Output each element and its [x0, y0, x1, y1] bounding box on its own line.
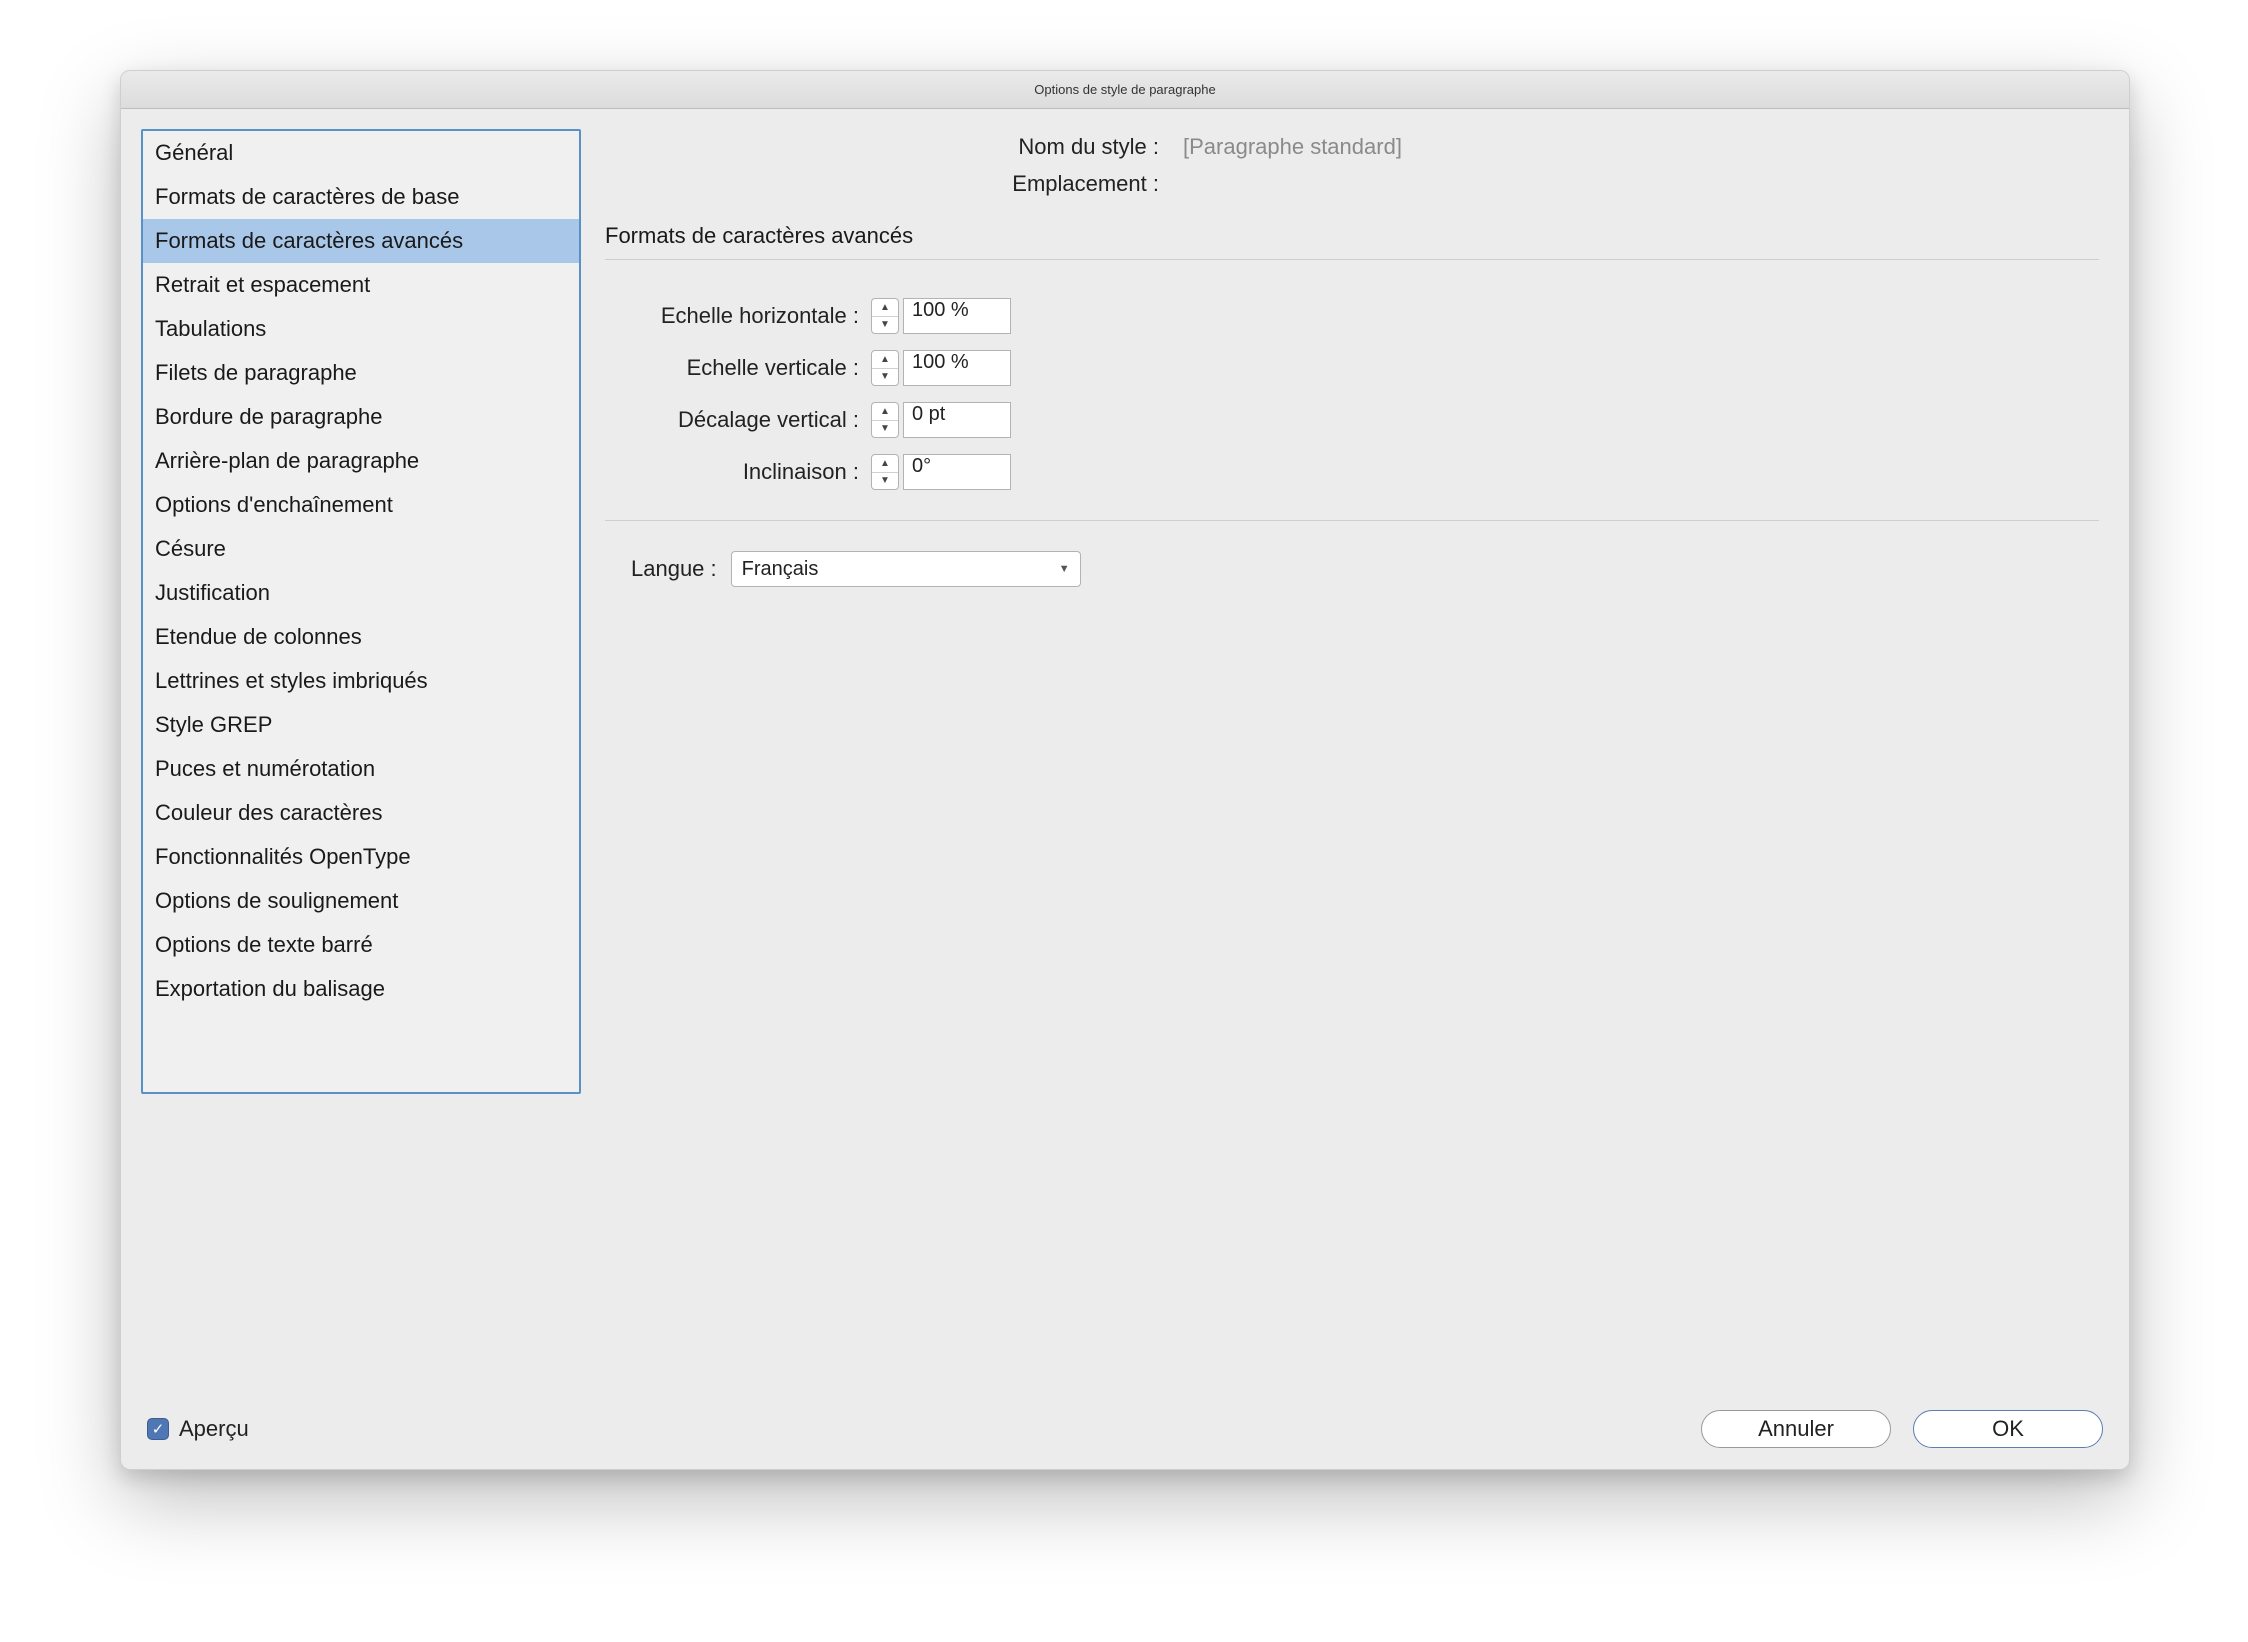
sidebar-item-label: Couleur des caractères	[155, 800, 382, 825]
main-panel: Nom du style : [Paragraphe standard] Emp…	[611, 129, 2099, 587]
sidebar-item-label: Exportation du balisage	[155, 976, 385, 1001]
sidebar-item-label: Fonctionnalités OpenType	[155, 844, 411, 869]
sidebar-item-char-color[interactable]: Couleur des caractères	[143, 791, 579, 835]
baseline-value: 0 pt	[912, 403, 945, 425]
check-icon: ✓	[152, 1420, 165, 1438]
skew-value: 0°	[912, 455, 931, 477]
style-name-value: [Paragraphe standard]	[1183, 134, 1402, 159]
chevron-down-icon[interactable]: ▼	[872, 421, 898, 438]
skew-stepper[interactable]: ▲ ▼	[871, 454, 899, 490]
sidebar-item-bullets-numbering[interactable]: Puces et numérotation	[143, 747, 579, 791]
h-scale-input[interactable]: 100 %	[903, 298, 1011, 334]
language-divider	[605, 520, 2099, 521]
sidebar-item-label: Options de texte barré	[155, 932, 373, 957]
preview-checkbox[interactable]: ✓	[147, 1418, 169, 1440]
sidebar-item-label: Style GREP	[155, 712, 272, 737]
sidebar-item-paragraph-border[interactable]: Bordure de paragraphe	[143, 395, 579, 439]
sidebar-item-label: Lettrines et styles imbriqués	[155, 668, 428, 693]
baseline-label: Décalage vertical :	[611, 407, 871, 433]
dialog-title: Options de style de paragraphe	[121, 71, 2129, 109]
sidebar-item-hyphenation[interactable]: Césure	[143, 527, 579, 571]
h-scale-stepper[interactable]: ▲ ▼	[871, 298, 899, 334]
chevron-up-icon[interactable]: ▲	[872, 299, 898, 317]
sidebar-item-label: Général	[155, 140, 233, 165]
sidebar-item-strikethrough[interactable]: Options de texte barré	[143, 923, 579, 967]
sidebar-item-label: Tabulations	[155, 316, 266, 341]
sidebar-item-grep-style[interactable]: Style GREP	[143, 703, 579, 747]
sidebar-item-justification[interactable]: Justification	[143, 571, 579, 615]
skew-label: Inclinaison :	[611, 459, 871, 485]
language-label: Langue :	[631, 556, 717, 582]
v-scale-label: Echelle verticale :	[611, 355, 871, 381]
h-scale-value: 100 %	[912, 299, 969, 321]
sidebar-item-label: Formats de caractères de base	[155, 184, 459, 209]
language-select[interactable]: Français ▼	[731, 551, 1081, 587]
sidebar-item-keep-options[interactable]: Options d'enchaînement	[143, 483, 579, 527]
language-value: Français	[742, 558, 819, 581]
h-scale-label: Echelle horizontale :	[611, 303, 871, 329]
sidebar-item-basic-char-formats[interactable]: Formats de caractères de base	[143, 175, 579, 219]
sidebar-item-opentype[interactable]: Fonctionnalités OpenType	[143, 835, 579, 879]
sidebar-item-label: Options de soulignement	[155, 888, 398, 913]
sidebar-item-label: Options d'enchaînement	[155, 492, 393, 517]
sidebar-item-label: Etendue de colonnes	[155, 624, 362, 649]
preview-label: Aperçu	[179, 1416, 249, 1442]
sidebar-item-label: Formats de caractères avancés	[155, 228, 463, 253]
v-scale-value: 100 %	[912, 351, 969, 373]
sidebar-item-paragraph-bg[interactable]: Arrière-plan de paragraphe	[143, 439, 579, 483]
v-scale-stepper[interactable]: ▲ ▼	[871, 350, 899, 386]
baseline-stepper[interactable]: ▲ ▼	[871, 402, 899, 438]
sidebar-item-underline[interactable]: Options de soulignement	[143, 879, 579, 923]
chevron-down-icon[interactable]: ▼	[872, 369, 898, 386]
sidebar-item-advanced-char-formats[interactable]: Formats de caractères avancés	[143, 219, 579, 263]
location-label: Emplacement :	[611, 171, 1171, 197]
sidebar-item-label: Filets de paragraphe	[155, 360, 357, 385]
chevron-up-icon[interactable]: ▲	[872, 351, 898, 369]
sidebar-item-label: Retrait et espacement	[155, 272, 370, 297]
ok-button[interactable]: OK	[1913, 1410, 2103, 1448]
section-divider	[605, 259, 2099, 260]
sidebar-item-export-tagging[interactable]: Exportation du balisage	[143, 967, 579, 1011]
chevron-down-icon[interactable]: ▼	[872, 317, 898, 334]
sidebar-item-span-columns[interactable]: Etendue de colonnes	[143, 615, 579, 659]
chevron-down-icon: ▼	[1059, 563, 1070, 575]
dialog-title-text: Options de style de paragraphe	[1034, 82, 1215, 97]
v-scale-input[interactable]: 100 %	[903, 350, 1011, 386]
sidebar-item-drop-caps[interactable]: Lettrines et styles imbriqués	[143, 659, 579, 703]
sidebar-item-label: Justification	[155, 580, 270, 605]
chevron-down-icon[interactable]: ▼	[872, 473, 898, 490]
sidebar-item-label: Arrière-plan de paragraphe	[155, 448, 419, 473]
ok-button-label: OK	[1992, 1416, 2024, 1442]
sidebar-item-indent-space[interactable]: Retrait et espacement	[143, 263, 579, 307]
category-sidebar: Général Formats de caractères de base Fo…	[141, 129, 581, 1094]
sidebar-item-label: Puces et numérotation	[155, 756, 375, 781]
chevron-up-icon[interactable]: ▲	[872, 403, 898, 421]
style-name-label: Nom du style :	[611, 134, 1171, 160]
sidebar-item-general[interactable]: Général	[143, 131, 579, 175]
section-title: Formats de caractères avancés	[605, 223, 2099, 259]
sidebar-item-label: Bordure de paragraphe	[155, 404, 383, 429]
sidebar-item-paragraph-rules[interactable]: Filets de paragraphe	[143, 351, 579, 395]
paragraph-style-options-dialog: Options de style de paragraphe Général F…	[120, 70, 2130, 1470]
preview-checkbox-wrap[interactable]: ✓ Aperçu	[147, 1416, 249, 1442]
dialog-footer: ✓ Aperçu Annuler OK	[121, 1389, 2129, 1469]
sidebar-item-label: Césure	[155, 536, 226, 561]
chevron-up-icon[interactable]: ▲	[872, 455, 898, 473]
cancel-button[interactable]: Annuler	[1701, 1410, 1891, 1448]
style-name-field[interactable]: [Paragraphe standard]	[1171, 129, 1681, 165]
skew-input[interactable]: 0°	[903, 454, 1011, 490]
cancel-button-label: Annuler	[1758, 1416, 1834, 1442]
sidebar-item-tabs[interactable]: Tabulations	[143, 307, 579, 351]
baseline-input[interactable]: 0 pt	[903, 402, 1011, 438]
